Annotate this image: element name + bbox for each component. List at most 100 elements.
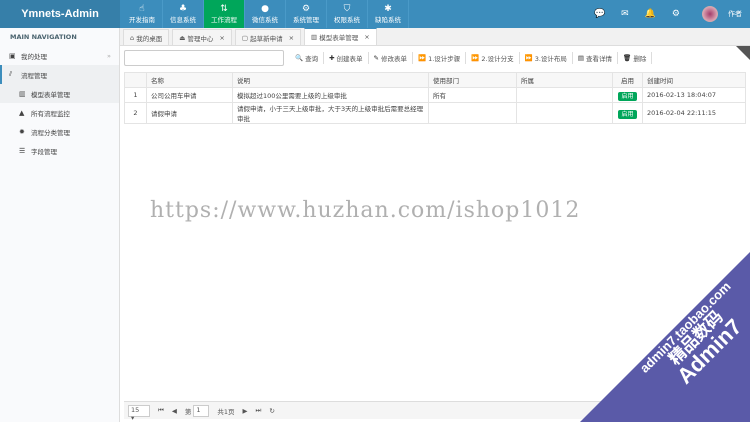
close-icon[interactable]: × xyxy=(289,34,294,42)
list-icon: ▤ xyxy=(577,54,585,62)
design-step-button[interactable]: ⏩ 1.设计步骤 xyxy=(413,52,467,64)
col-description[interactable]: 说明 xyxy=(232,72,429,88)
bell-icon[interactable]: 🔔 xyxy=(645,9,656,19)
prev-page-icon[interactable]: ◀ xyxy=(172,407,177,415)
page-size-select[interactable]: 15 ▾ xyxy=(128,404,150,422)
tab-admin-center[interactable]: ⏏ 管理中心 × xyxy=(172,29,232,45)
table-row[interactable]: 1 公司公用车申请 模拟超过100公里需要上级的上级审批 所有 启用 2016-… xyxy=(124,87,746,103)
cell-description: 模拟超过100公里需要上级的上级审批 xyxy=(232,87,429,103)
user-name[interactable]: 作者 xyxy=(728,9,742,19)
page-size-value: 15 xyxy=(131,405,140,414)
wechat-icon: ● xyxy=(261,4,269,14)
tab-desktop[interactable]: ⌂ 我的桌面 xyxy=(123,29,170,45)
nav-label: 权限系统 xyxy=(334,16,360,24)
header-right: 💬 ✉ 🔔 ⚙ 作者 xyxy=(586,0,750,28)
nav-bug-system[interactable]: ✱ 缺陷系统 xyxy=(368,0,409,28)
button-label: 查询 xyxy=(305,55,319,63)
chart-icon: ⫽ xyxy=(9,70,13,78)
col-belongs[interactable]: 所属 xyxy=(516,72,613,88)
calendar-icon: ▢ xyxy=(241,33,251,42)
close-icon[interactable]: × xyxy=(364,33,369,41)
hand-icon: ☝ xyxy=(139,4,145,14)
bell-icon: ▲ xyxy=(19,108,25,117)
delete-button[interactable]: 🗑 删除 xyxy=(618,52,653,64)
sidebar-item-flow-monitor[interactable]: ▲ 所有流程监控 xyxy=(0,103,119,122)
last-page-icon[interactable]: ⏭ xyxy=(256,406,262,415)
refresh-icon[interactable]: ↻ xyxy=(269,407,274,415)
button-label: 2.设计分支 xyxy=(481,55,514,63)
cell-enabled: 启用 xyxy=(612,87,643,103)
close-icon[interactable]: × xyxy=(219,34,224,42)
table-row[interactable]: 2 请假申请 请假申请，小于三天上级审批，大于3天的上级审批后需要总经理审批 启… xyxy=(124,102,746,124)
sidebar-item-fields[interactable]: ☰ 字段管理 xyxy=(0,141,119,160)
nav-system-manage[interactable]: ⚙ 系统管理 xyxy=(286,0,327,28)
cell-name: 公司公用车申请 xyxy=(146,87,233,103)
nav-wechat[interactable]: ● 微信系统 xyxy=(245,0,286,28)
col-name[interactable]: 名称 xyxy=(146,72,233,88)
tab-bar: ⌂ 我的桌面 ⏏ 管理中心 × ▢ 起草新申请 × ▥ 模型表单管理 × xyxy=(120,28,750,46)
avatar[interactable] xyxy=(702,6,718,22)
envelope-icon[interactable]: ✉ xyxy=(621,9,629,19)
cogs-icon[interactable]: ⚙ xyxy=(672,9,680,19)
create-form-button[interactable]: ✚ 创建表单 xyxy=(324,52,369,64)
cell-enabled: 启用 xyxy=(612,102,643,124)
gear-icon: ✹ xyxy=(19,127,25,136)
trash-icon: 🗑 xyxy=(623,54,632,62)
design-layout-button[interactable]: ⏩ 3.设计布局 xyxy=(520,52,573,64)
button-label: 查看详情 xyxy=(586,55,613,63)
cell-name: 请假申请 xyxy=(146,102,233,124)
next-page-icon[interactable]: ▶ xyxy=(243,407,248,415)
edit-form-button[interactable]: ✎ 修改表单 xyxy=(369,52,413,64)
search-icon: 🔍 xyxy=(295,54,304,62)
sitemap-icon: ♣ xyxy=(178,4,188,14)
col-created[interactable]: 创建时间 xyxy=(642,72,746,88)
comments-icon[interactable]: 💬 xyxy=(594,9,605,19)
col-department[interactable]: 使用部门 xyxy=(428,72,517,88)
bug-icon: ✱ xyxy=(384,4,392,14)
pencil-icon: ✎ xyxy=(373,54,379,62)
cell-belongs xyxy=(516,87,613,103)
tab-label: 模型表单管理 xyxy=(319,34,359,42)
sidebar-item-label: 我的处理 xyxy=(21,52,47,61)
page-input[interactable]: 1 xyxy=(193,404,210,417)
nav-dev-guide[interactable]: ☝ 开发指南 xyxy=(122,0,163,28)
nav-permission[interactable]: ⛉ 权限系统 xyxy=(327,0,368,28)
tab-model-form[interactable]: ▥ 模型表单管理 × xyxy=(304,28,377,45)
search-input[interactable] xyxy=(124,50,284,66)
design-branch-button[interactable]: ⏩ 2.设计分支 xyxy=(466,52,520,64)
first-page-icon[interactable]: ⏮ xyxy=(158,406,164,415)
sidebar-item-model-form[interactable]: ▥ 模型表单管理 xyxy=(0,84,119,103)
nav-label: 开发指南 xyxy=(129,16,155,24)
query-button[interactable]: 🔍 查询 xyxy=(290,52,325,64)
nav-workflow[interactable]: ⇅ 工作流程 xyxy=(204,0,245,28)
col-enabled[interactable]: 启用 xyxy=(612,72,643,88)
button-label: 3.设计布局 xyxy=(534,55,567,63)
button-label: 1.设计步骤 xyxy=(428,55,461,63)
map-icon: ▥ xyxy=(311,33,320,41)
map-icon: ▥ xyxy=(19,89,26,98)
nav-label: 缺陷系统 xyxy=(375,16,401,24)
cell-description: 请假申请，小于三天上级审批，大于3天的上级审批后需要总经理审批 xyxy=(232,102,429,124)
sidebar: MAIN NAVIGATION ▣ 我的处理 » ⫽ 流程管理 ▥ 模型表单管理 ▲ 所有… xyxy=(0,28,120,422)
tab-new-request[interactable]: ▢ 起草新申请 × xyxy=(234,29,302,45)
nav-info-system[interactable]: ♣ 信息系统 xyxy=(163,0,204,28)
nav-label: 信息系统 xyxy=(170,16,196,24)
sidebar-item-flow-category[interactable]: ✹ 流程分类管理 xyxy=(0,122,119,141)
top-nav: ☝ 开发指南 ♣ 信息系统 ⇅ 工作流程 ● 微信系统 ⚙ 系统管理 ⛉ 权限系统 ✱ 缺陷系… xyxy=(122,0,409,28)
top-header: Ymnets-Admin ☝ 开发指南 ♣ 信息系统 ⇅ 工作流程 ● 微信系统 ⚙ 系统… xyxy=(0,0,750,28)
button-label: 删除 xyxy=(633,55,647,63)
cell-department: 所有 xyxy=(428,87,517,103)
cell-index: 1 xyxy=(124,87,147,103)
cogs-icon: ⚙ xyxy=(301,4,311,14)
sidebar-item-flow-manage[interactable]: ⫽ 流程管理 xyxy=(0,65,119,84)
logo[interactable]: Ymnets-Admin xyxy=(0,0,120,28)
cell-belongs xyxy=(516,102,613,124)
plus-icon: ✚ xyxy=(329,54,335,62)
sidebar-item-label: 流程管理 xyxy=(21,71,47,80)
chevron-down-icon: » xyxy=(107,51,111,60)
col-index xyxy=(124,72,147,88)
view-details-button[interactable]: ▤ 查看详情 xyxy=(573,52,619,64)
sidebar-item-label: 所有流程监控 xyxy=(31,109,70,118)
fullscreen-corner[interactable] xyxy=(736,46,750,60)
sidebar-item-my-tasks[interactable]: ▣ 我的处理 » xyxy=(0,46,119,65)
